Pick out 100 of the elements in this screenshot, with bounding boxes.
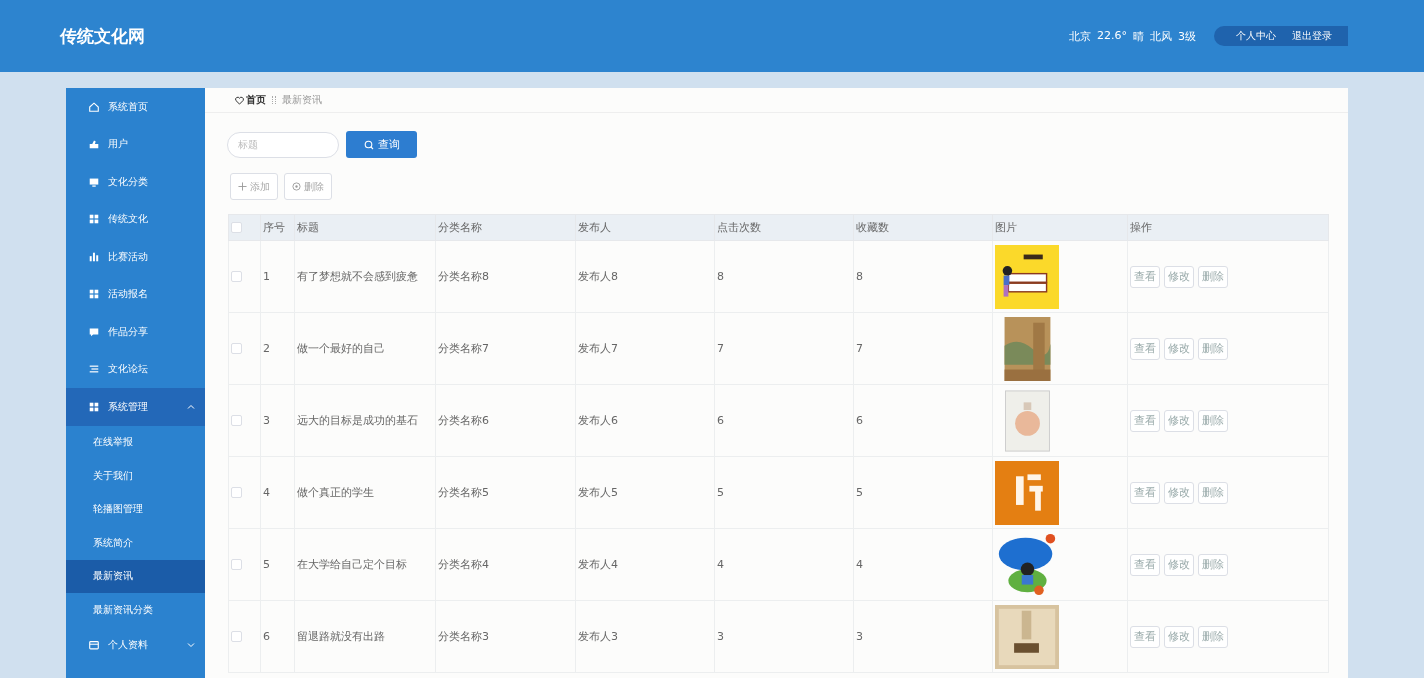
user-icon — [88, 138, 100, 151]
row-action-button[interactable]: 查看 — [1130, 409, 1160, 432]
row-action-button[interactable]: 删除 — [1198, 553, 1228, 576]
table-cell: 做一个最好的自己 — [294, 312, 436, 385]
table-cell: 分类名称8 — [435, 240, 576, 313]
table-cell: 有了梦想就不会感到疲惫 — [294, 240, 436, 313]
site-title: 传统文化网 — [60, 24, 146, 48]
table-cell: 5 — [260, 528, 295, 601]
add-button[interactable]: 添加 — [230, 173, 278, 200]
table-cell: 3 — [714, 600, 854, 673]
grid-icon — [88, 288, 100, 301]
checkbox[interactable] — [231, 271, 242, 282]
table-cell: 在大学给自己定个目标 — [294, 528, 436, 601]
sidebar-subitem[interactable]: 轮播图管理 — [66, 492, 205, 526]
sidebar-subitem[interactable]: 系统简介 — [66, 526, 205, 560]
column-header: 标题 — [294, 214, 436, 241]
table-cell: 发布人8 — [575, 240, 715, 313]
row-action-button[interactable]: 查看 — [1130, 625, 1160, 648]
table-cell: 4 — [714, 528, 854, 601]
table-cell: 远大的目标是成功的基石 — [294, 384, 436, 457]
table-cell: 留退路就没有出路 — [294, 600, 436, 673]
table-cell: 分类名称3 — [435, 600, 576, 673]
table-cell: 6 — [853, 384, 993, 457]
weather-text: 北风 — [1150, 28, 1172, 44]
row-action-button[interactable]: 删除 — [1198, 409, 1228, 432]
table-cell: 6 — [714, 384, 854, 457]
table-cell: 5 — [853, 456, 993, 529]
column-header: 收藏数 — [853, 214, 993, 241]
circle-dot-icon — [292, 182, 301, 191]
sidebar-item[interactable]: 作品分享 — [66, 313, 205, 351]
row-action-button[interactable]: 删除 — [1198, 481, 1228, 504]
row-action-button[interactable]: 删除 — [1198, 625, 1228, 648]
table-cell: 8 — [714, 240, 854, 313]
grid-icon — [88, 400, 100, 413]
header-button[interactable]: 个人中心 — [1228, 29, 1284, 43]
column-header: 序号 — [260, 214, 295, 241]
row-action-button[interactable]: 修改 — [1164, 625, 1194, 648]
column-header: 点击次数 — [714, 214, 854, 241]
row-action-button[interactable]: 修改 — [1164, 265, 1194, 288]
sidebar-item[interactable]: 文化分类 — [66, 163, 205, 201]
checkbox[interactable] — [231, 559, 242, 570]
table-cell: 分类名称6 — [435, 384, 576, 457]
sidebar-subitem[interactable]: 关于我们 — [66, 459, 205, 493]
sidebar-subitem[interactable]: 最新资讯 — [66, 559, 205, 593]
delete-button[interactable]: 删除 — [284, 173, 332, 200]
checkbox[interactable] — [231, 631, 242, 642]
column-header: 发布人 — [575, 214, 715, 241]
search-button[interactable]: 查询 — [346, 131, 417, 158]
table-cell: 1 — [260, 240, 295, 313]
table-cell: 发布人7 — [575, 312, 715, 385]
grid-icon — [88, 213, 100, 226]
table-cell: 分类名称4 — [435, 528, 576, 601]
sidebar-item[interactable]: 用户 — [66, 125, 205, 163]
header-button[interactable]: 退出登录 — [1284, 29, 1340, 43]
checkbox[interactable] — [231, 415, 242, 426]
row-action-button[interactable]: 修改 — [1164, 553, 1194, 576]
checkbox[interactable] — [231, 222, 242, 233]
sidebar-item[interactable]: 活动报名 — [66, 275, 205, 313]
chevron-icon — [187, 402, 195, 411]
sidebar-subitem[interactable]: 最新资讯分类 — [66, 593, 205, 627]
search-field[interactable]: 标题 — [227, 131, 339, 158]
column-header: 操作 — [1127, 214, 1329, 241]
sidebar-item[interactable]: 传统文化 — [66, 200, 205, 238]
heart-icon — [235, 95, 244, 105]
row-action-button[interactable]: 查看 — [1130, 553, 1160, 576]
row-action-button[interactable]: 修改 — [1164, 481, 1194, 504]
row-action-button[interactable]: 查看 — [1130, 481, 1160, 504]
row-action-button[interactable]: 查看 — [1130, 337, 1160, 360]
row-action-button[interactable]: 查看 — [1130, 265, 1160, 288]
sidebar-item[interactable]: 系统首页 — [66, 88, 205, 126]
row-action-button[interactable]: 修改 — [1164, 337, 1194, 360]
table-cell: 做个真正的学生 — [294, 456, 436, 529]
table-cell: 发布人3 — [575, 600, 715, 673]
sidebar-item[interactable]: 比赛活动 — [66, 238, 205, 276]
weather-text: 北京 — [1069, 28, 1091, 44]
column-header: 分类名称 — [435, 214, 576, 241]
table-cell: 5 — [714, 456, 854, 529]
table-cell: 8 — [853, 240, 993, 313]
checkbox[interactable] — [231, 343, 242, 354]
card-icon — [88, 639, 100, 652]
home-icon — [88, 100, 100, 113]
breadcrumb-link[interactable]: 首页 — [235, 93, 266, 107]
row-action-button[interactable]: 删除 — [1198, 337, 1228, 360]
checkbox[interactable] — [231, 487, 242, 498]
weather-text: 22.6° — [1097, 28, 1127, 44]
row-action-button[interactable]: 修改 — [1164, 409, 1194, 432]
sidebar-subitem[interactable]: 在线举报 — [66, 425, 205, 459]
table-cell: 7 — [714, 312, 854, 385]
sidebar-item[interactable]: 文化论坛 — [66, 350, 205, 388]
table-cell: 3 — [853, 600, 993, 673]
plus-icon — [238, 182, 247, 191]
table-cell: 发布人6 — [575, 384, 715, 457]
column-header: 图片 — [992, 214, 1128, 241]
sidebar-item[interactable]: 系统管理 — [66, 388, 205, 426]
table-cell: 分类名称7 — [435, 312, 576, 385]
table-cell: 3 — [260, 384, 295, 457]
weather-text: 晴 — [1133, 28, 1144, 44]
row-action-button[interactable]: 删除 — [1198, 265, 1228, 288]
sidebar-item[interactable]: 个人资料 — [66, 626, 205, 664]
table-cell: 发布人5 — [575, 456, 715, 529]
